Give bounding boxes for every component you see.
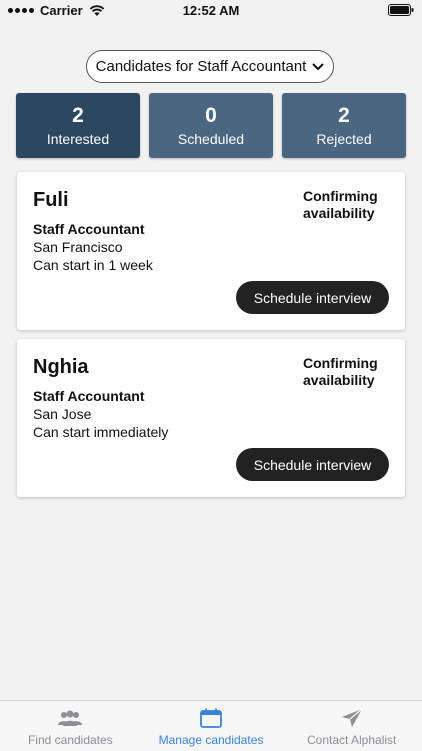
candidate-name: Nghia xyxy=(33,356,89,378)
stat-label: Interested xyxy=(46,131,110,147)
chevron-down-icon xyxy=(312,62,325,70)
schedule-interview-button[interactable]: Schedule interview xyxy=(236,448,389,481)
people-icon xyxy=(57,707,83,729)
tab-label: Contact Alphalist xyxy=(306,733,397,747)
candidate-card[interactable]: Fuli Confirming availability Staff Accou… xyxy=(17,172,405,330)
candidate-availability: Can start immediately xyxy=(33,424,169,440)
candidate-job-title: Staff Accountant xyxy=(33,221,145,237)
stat-rejected[interactable]: 2 Rejected xyxy=(282,93,406,158)
candidate-status: Confirming availability xyxy=(303,188,378,221)
tab-contact-alphalist[interactable]: Contact Alphalist xyxy=(281,701,422,751)
stat-count: 0 xyxy=(205,104,217,127)
stats-bar: 2 Interested 0 Scheduled 2 Rejected xyxy=(16,93,406,158)
stat-count: 2 xyxy=(72,104,84,127)
job-selector-label: Candidates for Staff Accountant xyxy=(95,58,307,75)
clock: 12:52 AM xyxy=(182,3,240,18)
job-selector[interactable]: Candidates for Staff Accountant xyxy=(86,50,334,83)
stat-label: Rejected xyxy=(316,131,372,147)
battery-icon xyxy=(388,4,414,16)
tab-manage-candidates[interactable]: Manage candidates xyxy=(141,701,282,751)
candidate-status: Confirming availability xyxy=(303,355,378,388)
calendar-icon xyxy=(198,707,224,729)
status-bar: Carrier 12:52 AM xyxy=(0,0,422,22)
candidate-location: San Jose xyxy=(33,406,92,422)
tab-label: Manage candidates xyxy=(158,733,264,747)
candidate-job-title: Staff Accountant xyxy=(33,388,145,404)
tab-label: Find candidates xyxy=(27,733,113,747)
candidate-location: San Francisco xyxy=(33,239,123,255)
tab-find-candidates[interactable]: Find candidates xyxy=(0,701,141,751)
stat-count: 2 xyxy=(338,104,350,127)
candidate-card[interactable]: Nghia Confirming availability Staff Acco… xyxy=(17,339,405,497)
send-icon xyxy=(339,707,365,729)
stat-scheduled[interactable]: 0 Scheduled xyxy=(149,93,273,158)
tab-bar: Find candidates Manage candidates Contac… xyxy=(0,700,422,751)
stat-label: Scheduled xyxy=(177,131,245,147)
candidate-name: Fuli xyxy=(33,189,69,211)
stat-interested[interactable]: 2 Interested xyxy=(16,93,140,158)
candidate-availability: Can start in 1 week xyxy=(33,257,153,273)
schedule-interview-button[interactable]: Schedule interview xyxy=(236,281,389,314)
